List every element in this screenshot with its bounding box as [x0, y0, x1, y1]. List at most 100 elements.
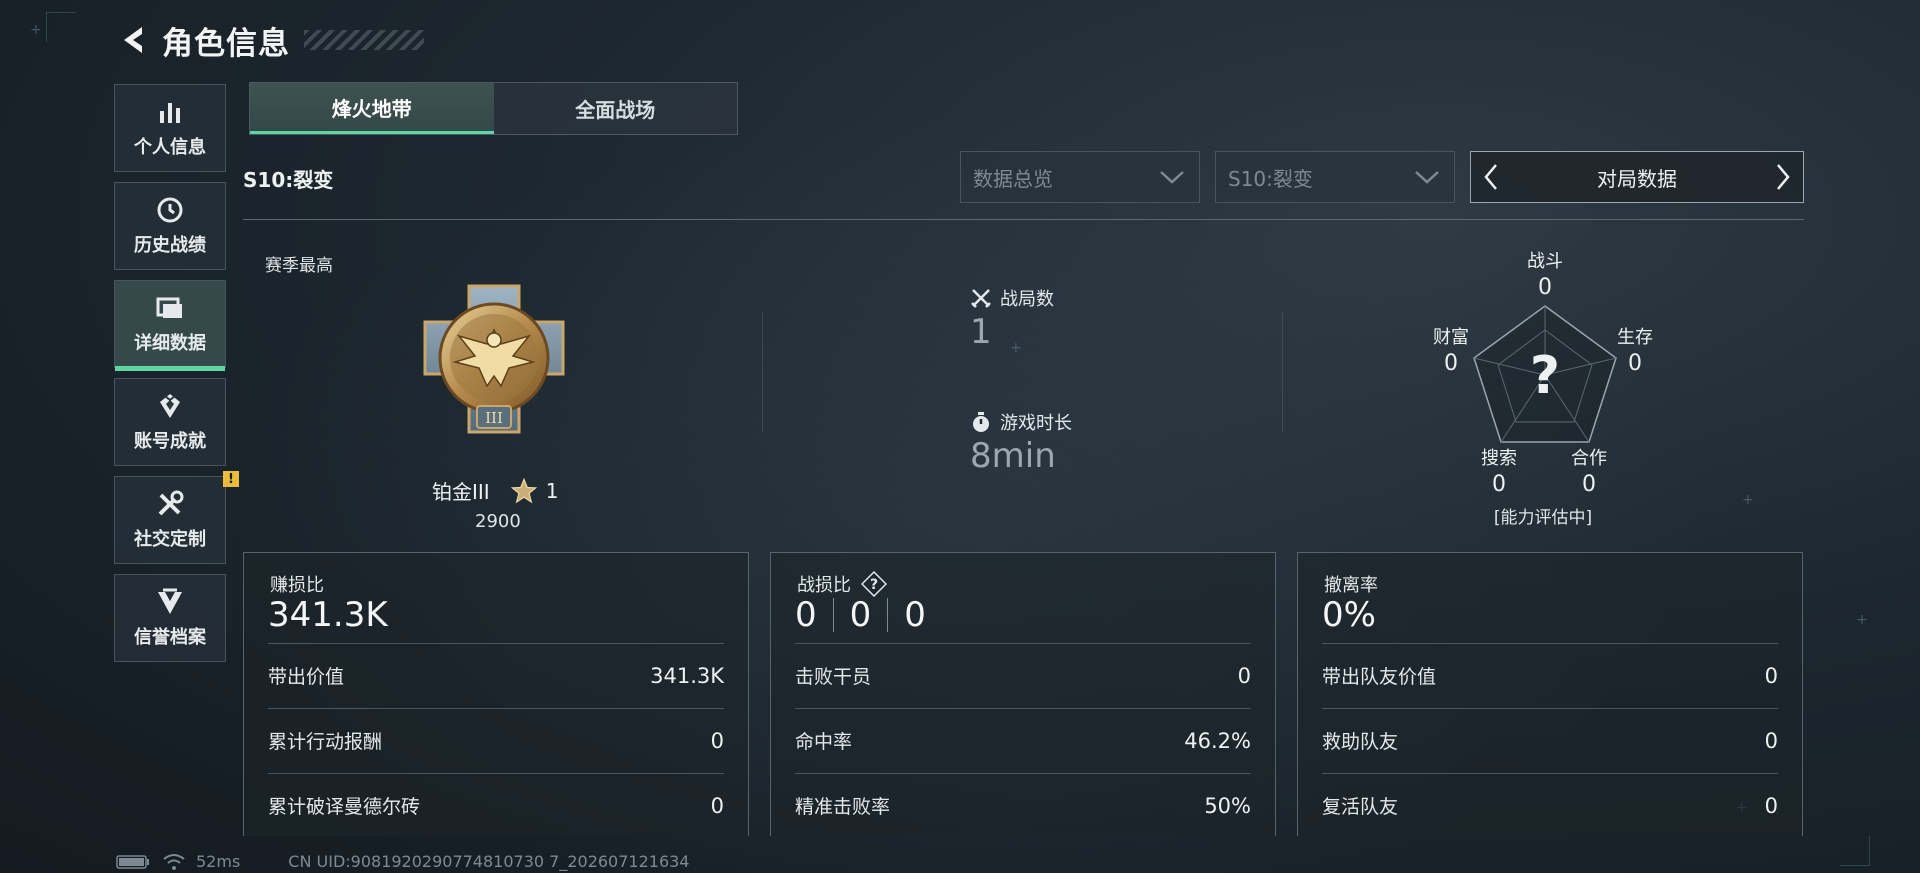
frame-corner	[1840, 836, 1870, 866]
wifi-icon	[163, 853, 185, 870]
stat-row-value: 50%	[1204, 793, 1251, 818]
stat-row-value: 0	[710, 793, 724, 818]
user-uid: CN UID:9081920290774810730 7_20260712163…	[288, 852, 690, 871]
data-pager: 对局数据	[1470, 151, 1804, 203]
medal-numeral: III	[485, 409, 503, 427]
chevron-down-icon	[1415, 171, 1439, 184]
value-separator	[887, 598, 889, 632]
stopwatch-icon	[970, 411, 992, 433]
help-question-icon[interactable]: ?	[861, 571, 887, 597]
stat-row-label: 救助队友	[1322, 731, 1399, 753]
bar-chart-icon	[155, 97, 185, 127]
profit-ratio-label: 赚损比	[270, 575, 324, 596]
radar-status: [能力评估中]	[1493, 508, 1593, 528]
chevron-down-icon	[1160, 171, 1184, 184]
combat-ratio-value: 0	[795, 595, 817, 635]
radar-label-wealth: 财富	[1433, 327, 1469, 348]
radar-value-combat: 0	[1538, 275, 1552, 300]
sidebar-item-label: 详细数据	[134, 333, 206, 354]
achievement-icon	[155, 391, 185, 421]
stat-row-value: 0	[1764, 793, 1778, 818]
stat-row-label: 命中率	[795, 731, 853, 753]
vertical-divider	[1282, 312, 1283, 432]
mode-tabs: 烽火地带 全面战场	[249, 82, 738, 135]
sidebar-item-label: 社交定制	[134, 529, 206, 550]
crossed-swords-icon	[970, 287, 992, 309]
sidebar: 个人信息 历史战绩 详细数据 账号成就 社交定制 ! 信誉档案	[114, 84, 239, 672]
sidebar-item-social-custom[interactable]: 社交定制 !	[114, 471, 239, 564]
stat-row: 带出价值 341.3K	[268, 643, 724, 707]
folder-icon	[155, 293, 185, 323]
title-stripes-decoration	[304, 30, 424, 50]
star-icon	[510, 477, 537, 503]
ping-value: 52ms	[196, 852, 241, 871]
stat-row-label: 带出价值	[268, 666, 345, 688]
sidebar-item-achievements[interactable]: 账号成就	[114, 378, 226, 466]
battery-icon	[116, 854, 149, 869]
stat-row-label: 累计行动报酬	[268, 731, 383, 753]
pager-label: 对局数据	[1597, 166, 1677, 191]
overview-dropdown[interactable]: 数据总览	[960, 151, 1200, 203]
stat-row-label: 带出队友价值	[1322, 666, 1437, 688]
overview-dropdown-value: 数据总览	[973, 166, 1053, 191]
rank-name: 铂金III	[432, 480, 490, 504]
vertical-divider	[762, 312, 763, 432]
history-clock-icon	[155, 195, 185, 225]
stat-row-label: 累计破译曼德尔砖	[268, 796, 421, 818]
stat-row-value: 46.2%	[1184, 728, 1251, 753]
radar-value-coop: 0	[1582, 472, 1596, 497]
crosshair-decoration: +	[1856, 612, 1868, 628]
stat-row-label: 击败干员	[795, 666, 872, 688]
crosshair-decoration: +	[1742, 492, 1754, 508]
svg-text:?: ?	[870, 577, 878, 593]
stat-row: 击败干员 0	[795, 643, 1251, 707]
stat-row-value: 341.3K	[650, 663, 724, 688]
section-divider	[243, 219, 1804, 220]
tab-beacon-zone[interactable]: 烽火地带	[250, 83, 494, 134]
ability-radar-chart: ?	[1473, 305, 1617, 443]
season-dropdown[interactable]: S10:裂变	[1215, 151, 1455, 203]
chevron-right-icon[interactable]	[1763, 152, 1803, 202]
sidebar-item-detailed-data[interactable]: 详细数据	[114, 280, 226, 371]
back-arrow-icon[interactable]	[116, 23, 150, 57]
stat-row: 精准击败率 50%	[795, 773, 1251, 837]
combat-ratio-value: 0	[904, 595, 926, 635]
stat-row-label: 精准击败率	[795, 796, 891, 818]
radar-value-wealth: 0	[1444, 351, 1458, 376]
sidebar-item-label: 个人信息	[134, 137, 206, 158]
combat-ratio-value: 0	[849, 595, 872, 635]
rank-info: 铂金III 1	[432, 476, 558, 505]
sidebar-item-credit-profile[interactable]: 信誉档案	[114, 574, 226, 662]
frame-corner	[46, 12, 76, 42]
radar-label-combat: 战斗	[1527, 251, 1563, 272]
stat-row: 命中率 46.2%	[795, 708, 1251, 772]
profit-card: 赚损比 341.3K 带出价值 341.3K 累计行动报酬 0 累计破译曼德尔砖…	[243, 552, 749, 836]
header: 角色信息	[116, 18, 424, 62]
stat-row: 救助队友 0	[1322, 708, 1778, 772]
rank-medal-icon: III	[423, 284, 565, 434]
chevron-left-icon[interactable]	[1471, 152, 1511, 202]
stat-row: 累计行动报酬 0	[268, 708, 724, 772]
season-label: S10:裂变	[243, 168, 334, 192]
matches-value: 1	[970, 312, 992, 352]
rank-stars: 1	[545, 478, 559, 503]
sidebar-item-personal-info[interactable]: 个人信息	[114, 84, 226, 172]
stat-row-value: 0	[1237, 663, 1251, 688]
tab-full-battlefield[interactable]: 全面战场	[493, 83, 737, 134]
sidebar-item-history[interactable]: 历史战绩	[114, 182, 226, 270]
radar-center-question: ?	[1530, 346, 1560, 406]
rank-score: 2900	[475, 511, 521, 532]
tools-icon	[155, 489, 185, 519]
matches-label: 战局数	[970, 285, 1054, 311]
warning-badge: !	[223, 471, 239, 487]
stat-row-label: 复活队友	[1322, 796, 1399, 818]
evac-rate-label: 撤离率	[1324, 575, 1378, 596]
value-separator	[832, 598, 834, 632]
evacuation-card: 撤离率 0% 带出队友价值 0 救助队友 0 复活队友 0	[1297, 552, 1803, 836]
crosshair-decoration: +	[1010, 340, 1022, 356]
sidebar-item-label: 账号成就	[134, 431, 206, 452]
stat-row-value: 0	[710, 728, 724, 753]
evac-rate-value: 0%	[1322, 595, 1376, 635]
sidebar-item-label: 历史战绩	[134, 235, 206, 256]
season-dropdown-value: S10:裂变	[1228, 166, 1313, 191]
